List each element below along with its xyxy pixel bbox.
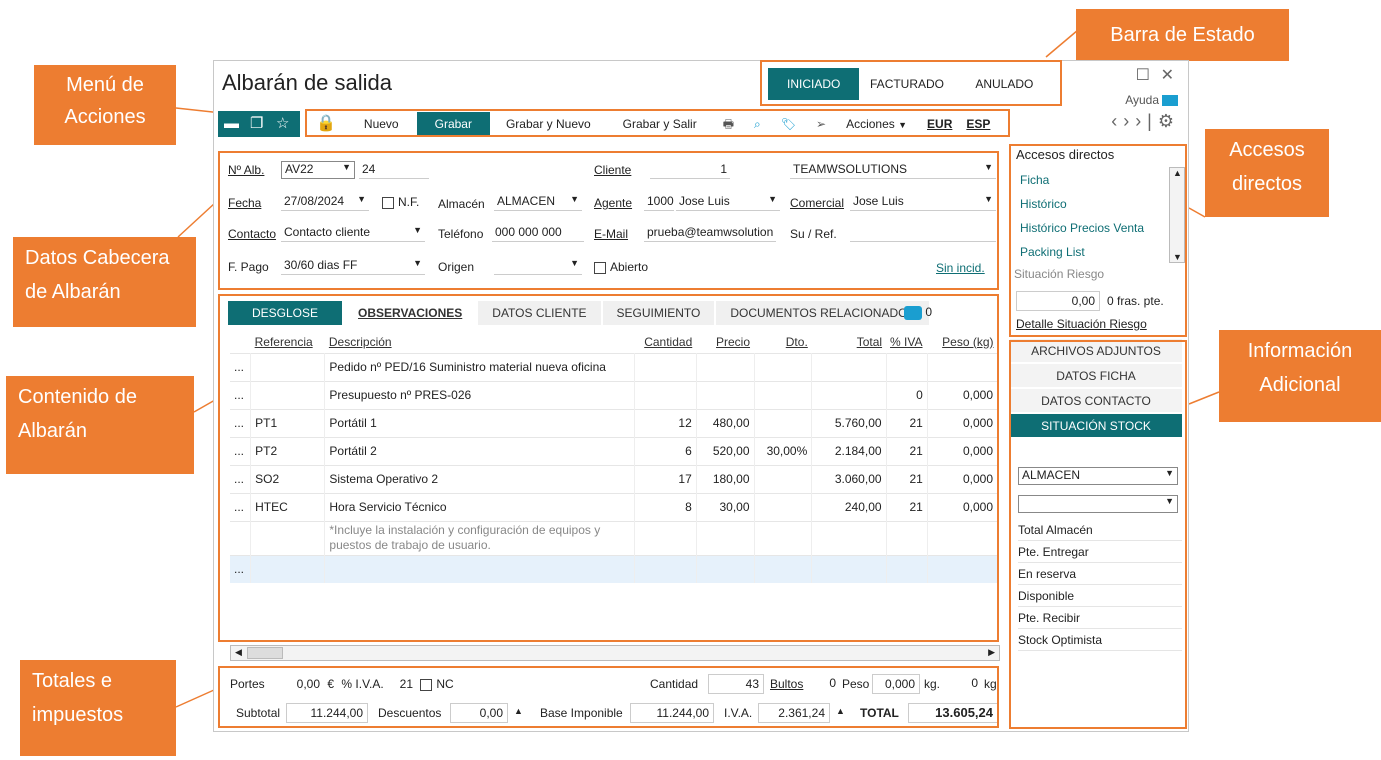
left-icon-group: ▬ ❐ ☆ xyxy=(218,111,300,137)
help-link[interactable]: Ayuda xyxy=(1125,93,1178,107)
settings-icon[interactable]: ⚙ xyxy=(1158,111,1180,131)
scroll-right-icon[interactable]: ▶ xyxy=(988,647,995,658)
folder-icon[interactable]: ▬ xyxy=(224,116,242,132)
scroll-left-icon[interactable]: ◀ xyxy=(235,647,242,658)
record-navigation: ‹››|⚙ xyxy=(1111,111,1180,132)
last-icon[interactable]: ›| xyxy=(1135,111,1158,131)
highlight-header xyxy=(218,151,999,290)
prev-icon[interactable]: ‹ xyxy=(1111,111,1123,131)
highlight-actions xyxy=(305,109,1010,137)
copy-icon[interactable]: ❐ xyxy=(250,116,268,132)
horizontal-scrollbar[interactable]: ◀ ▶ xyxy=(230,645,1000,661)
highlight-extra-info xyxy=(1009,340,1187,729)
highlight-status-bar xyxy=(760,60,1062,106)
highlight-shortcuts xyxy=(1009,144,1187,337)
scroll-thumb[interactable] xyxy=(247,647,283,659)
close-icon[interactable]: ✕ xyxy=(1161,65,1174,85)
help-label: Ayuda xyxy=(1125,93,1159,107)
maximize-icon[interactable]: ☐ xyxy=(1136,65,1150,85)
star-icon[interactable]: ☆ xyxy=(276,116,294,132)
next-icon[interactable]: › xyxy=(1123,111,1135,131)
window-title: Albarán de salida xyxy=(222,70,393,95)
book-icon xyxy=(1162,95,1178,107)
highlight-totals xyxy=(218,666,999,728)
highlight-content xyxy=(218,294,999,642)
